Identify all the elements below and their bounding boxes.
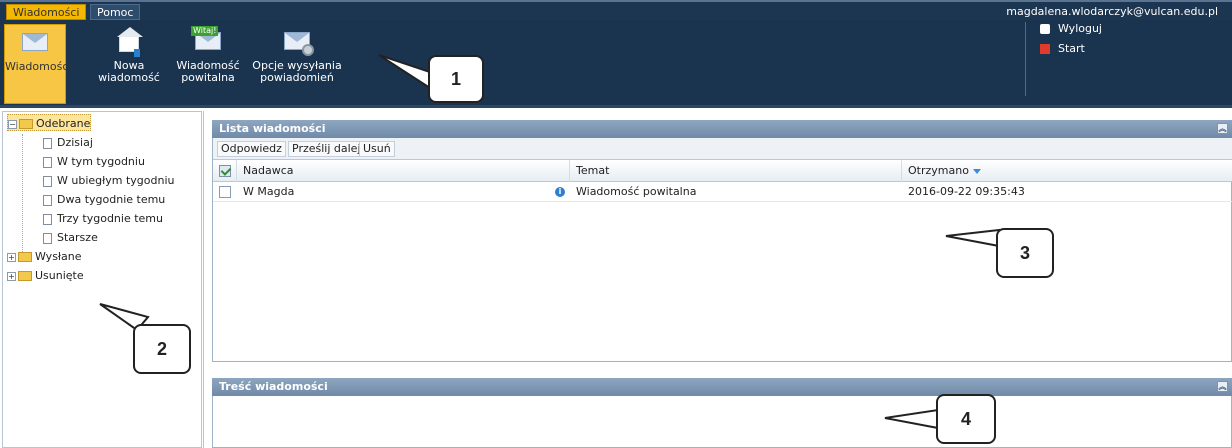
folder-received-label: Odebrane	[36, 117, 91, 130]
folder-icon	[18, 271, 32, 281]
logout-link[interactable]: Wyloguj	[1040, 22, 1102, 35]
new-message-label-line2: wiadomość	[98, 71, 160, 84]
notification-options-button[interactable]: Opcje wysyłania powiadomień	[248, 24, 346, 104]
document-icon	[43, 156, 52, 168]
start-link[interactable]: Start	[1040, 42, 1085, 55]
row-checkbox[interactable]	[219, 186, 231, 198]
folder-older[interactable]: Starsze	[43, 229, 98, 246]
callout-4: 4	[936, 394, 996, 444]
tab-help[interactable]: Pomoc	[90, 4, 141, 20]
inbox-icon	[20, 29, 50, 55]
callout-1: 1	[428, 55, 484, 103]
folder-older-label: Starsze	[57, 231, 98, 244]
new-message-button[interactable]: Nowa wiadomość	[94, 24, 164, 104]
user-email: magdalena.wlodarczyk@vulcan.edu.pl	[1006, 5, 1218, 18]
welcome-envelope-icon: Witaj!	[191, 26, 223, 54]
message-content-panel	[212, 396, 1232, 448]
collapse-panel-icon[interactable]: ︽	[1217, 381, 1228, 392]
top-tab-bar: Wiadomości Pomoc magdalena.wlodarczyk@vu…	[0, 0, 1232, 20]
folder-open-icon	[19, 119, 33, 129]
folder-three-weeks-label: Trzy tygodnie temu	[57, 212, 163, 225]
new-message-icon	[114, 27, 144, 57]
folder-sent[interactable]: + Wysłane	[7, 248, 82, 265]
info-icon[interactable]: i	[555, 187, 565, 197]
sort-desc-icon	[972, 168, 981, 174]
folder-tree-sidebar: − Odebrane Dzisiaj W tym tygodniu W ubieg…	[0, 111, 204, 448]
folder-two-weeks-ago[interactable]: Dwa tygodnie temu	[43, 191, 165, 208]
folder-this-week-label: W tym tygodniu	[57, 155, 145, 168]
message-list-toolbar: Odpowiedz Prześlij dalej Usuń	[213, 138, 1232, 160]
folder-last-week[interactable]: W ubiegłym tygodniu	[43, 172, 175, 189]
check-all-icon	[219, 165, 231, 177]
column-header-received[interactable]: Otrzymano	[902, 160, 1232, 182]
messages-button-label: Wiadomości	[5, 60, 72, 73]
tab-messages[interactable]: Wiadomości	[6, 4, 87, 20]
message-list-header: Lista wiadomości ︽	[212, 120, 1232, 138]
envelope-gear-icon	[282, 28, 314, 56]
select-all-checkbox[interactable]	[213, 160, 237, 182]
forward-button[interactable]: Prześlij dalej	[288, 141, 365, 157]
reply-button[interactable]: Odpowiedz	[217, 141, 286, 157]
folder-this-week[interactable]: W tym tygodniu	[43, 153, 145, 170]
message-content-header: Treść wiadomości ︽	[212, 378, 1232, 396]
logout-label: Wyloguj	[1058, 22, 1102, 35]
folder-deleted-label: Usunięte	[35, 269, 84, 282]
callout-2: 2	[133, 324, 191, 374]
callout-3: 3	[996, 228, 1054, 278]
collapse-panel-icon[interactable]: ︽	[1217, 123, 1228, 134]
row-received: 2016-09-22 09:35:43	[908, 185, 1025, 198]
message-list-panel: Odpowiedz Prześlij dalej Usuń Nadawca Te…	[212, 138, 1232, 362]
message-content-title: Treść wiadomości	[219, 380, 328, 393]
expand-icon[interactable]: +	[7, 271, 16, 281]
start-label: Start	[1058, 42, 1085, 55]
document-icon	[43, 175, 52, 187]
home-icon	[1040, 44, 1050, 54]
folder-today-label: Dzisiaj	[57, 136, 93, 149]
messages-button[interactable]: Wiadomości	[4, 24, 72, 104]
welcome-badge: Witaj!	[191, 26, 219, 36]
folder-deleted[interactable]: + Usunięte	[7, 267, 84, 284]
welcome-message-button[interactable]: Witaj! Wiadomość powitalna	[172, 24, 244, 104]
row-sender: W Magda	[243, 185, 295, 198]
message-list-title: Lista wiadomości	[219, 122, 326, 135]
delete-button[interactable]: Usuń	[359, 141, 395, 157]
lock-icon	[1040, 24, 1050, 34]
account-links: Wyloguj Start	[1025, 22, 1232, 96]
folder-two-weeks-label: Dwa tygodnie temu	[57, 193, 166, 206]
message-grid-header: Nadawca Temat Otrzymano	[213, 160, 1232, 182]
collapse-icon[interactable]: −	[8, 119, 17, 129]
folder-today[interactable]: Dzisiaj	[43, 134, 93, 151]
document-icon	[43, 194, 52, 206]
column-header-sender[interactable]: Nadawca	[237, 160, 570, 182]
tree-connector-line	[22, 134, 23, 254]
column-header-received-label: Otrzymano	[908, 164, 969, 177]
column-header-subject[interactable]: Temat	[570, 160, 902, 182]
row-subject: Wiadomość powitalna	[576, 185, 697, 198]
document-icon	[43, 137, 52, 149]
folder-last-week-label: W ubiegłym tygodniu	[57, 174, 175, 187]
notification-options-label-line2: powiadomień	[260, 71, 334, 84]
welcome-label-line2: powitalna	[181, 71, 235, 84]
expand-icon[interactable]: +	[7, 252, 16, 262]
document-icon	[43, 232, 52, 244]
document-icon	[43, 213, 52, 225]
folder-sent-label: Wysłane	[35, 250, 82, 263]
folder-icon	[18, 252, 32, 262]
folder-three-weeks-ago[interactable]: Trzy tygodnie temu	[43, 210, 163, 227]
folder-received[interactable]: − Odebrane	[7, 114, 92, 131]
table-row[interactable]: W Magda i Wiadomość powitalna 2016-09-22…	[213, 182, 1232, 202]
